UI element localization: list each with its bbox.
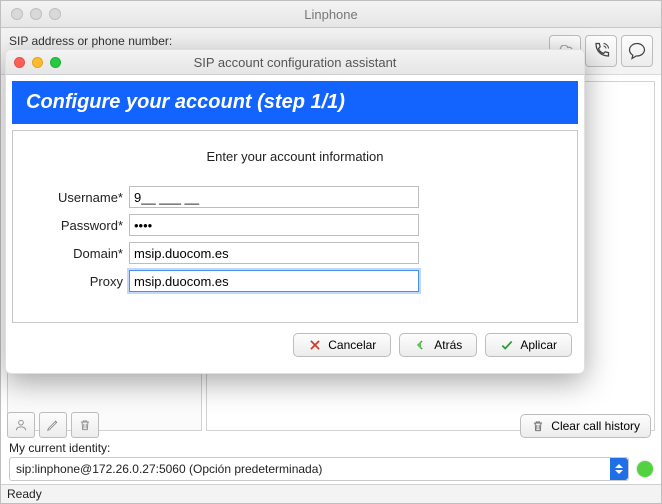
sip-config-dialog: SIP account configuration assistant Conf… — [5, 49, 585, 374]
identity-block: My current identity: sip:linphone@172.26… — [9, 441, 653, 481]
online-status-indicator — [637, 461, 653, 477]
pencil-icon — [46, 418, 60, 432]
clear-call-history-button[interactable]: Clear call history — [520, 414, 651, 438]
identity-select[interactable]: sip:linphone@172.26.0.27:5060 (Opción pr… — [9, 457, 629, 481]
back-arrow-icon — [414, 338, 428, 352]
domain-field[interactable] — [129, 242, 419, 264]
apply-button[interactable]: Aplicar — [485, 333, 572, 357]
domain-label: Domain* — [35, 246, 123, 261]
delete-contact-button[interactable] — [71, 412, 99, 438]
password-label: Password* — [35, 218, 123, 233]
username-label: Username* — [35, 190, 123, 205]
edit-contact-button[interactable] — [39, 412, 67, 438]
dialog-titlebar: SIP account configuration assistant — [6, 50, 584, 75]
identity-row: sip:linphone@172.26.0.27:5060 (Opción pr… — [9, 457, 653, 481]
dialog-headline: Configure your account (step 1/1) — [12, 81, 578, 124]
main-window-title: Linphone — [1, 7, 661, 22]
proxy-field[interactable] — [129, 270, 419, 292]
person-icon — [14, 417, 28, 433]
back-label: Atrás — [434, 338, 462, 352]
domain-row: Domain* — [35, 242, 555, 264]
sip-address-label: SIP address or phone number: — [9, 34, 545, 48]
cancel-button[interactable]: Cancelar — [293, 333, 391, 357]
identity-value: sip:linphone@172.26.0.27:5060 (Opción pr… — [16, 462, 322, 476]
chat-bubble-icon — [627, 41, 647, 61]
cancel-label: Cancelar — [328, 338, 376, 352]
username-field[interactable] — [129, 186, 419, 208]
dialog-button-row: Cancelar Atrás Aplicar — [12, 323, 578, 367]
select-stepper-icon — [610, 458, 628, 480]
password-field[interactable] — [129, 214, 419, 236]
status-bar: Ready — [1, 484, 661, 503]
trash-icon — [531, 419, 545, 433]
status-text: Ready — [7, 487, 42, 501]
account-form: Enter your account information Username*… — [12, 130, 578, 323]
identity-label: My current identity: — [9, 441, 653, 455]
dialog-body: Configure your account (step 1/1) Enter … — [6, 75, 584, 373]
proxy-label: Proxy — [35, 274, 123, 289]
proxy-row: Proxy — [35, 270, 555, 292]
password-row: Password* — [35, 214, 555, 236]
clear-call-history-label: Clear call history — [551, 419, 640, 433]
form-subtitle: Enter your account information — [35, 149, 555, 164]
apply-check-icon — [500, 338, 514, 352]
linphone-main-window: Linphone SIP address or phone number: — [0, 0, 662, 504]
contacts-toolbar — [7, 412, 99, 438]
dialog-title: SIP account configuration assistant — [6, 55, 584, 70]
phone-wave-icon — [591, 41, 611, 61]
cancel-icon — [308, 338, 322, 352]
apply-label: Aplicar — [520, 338, 557, 352]
username-row: Username* — [35, 186, 555, 208]
call-button[interactable] — [585, 35, 617, 67]
chat-button[interactable] — [621, 35, 653, 67]
add-contact-button[interactable] — [7, 412, 35, 438]
back-button[interactable]: Atrás — [399, 333, 477, 357]
trash-icon — [78, 418, 92, 432]
main-window-titlebar: Linphone — [1, 1, 661, 28]
